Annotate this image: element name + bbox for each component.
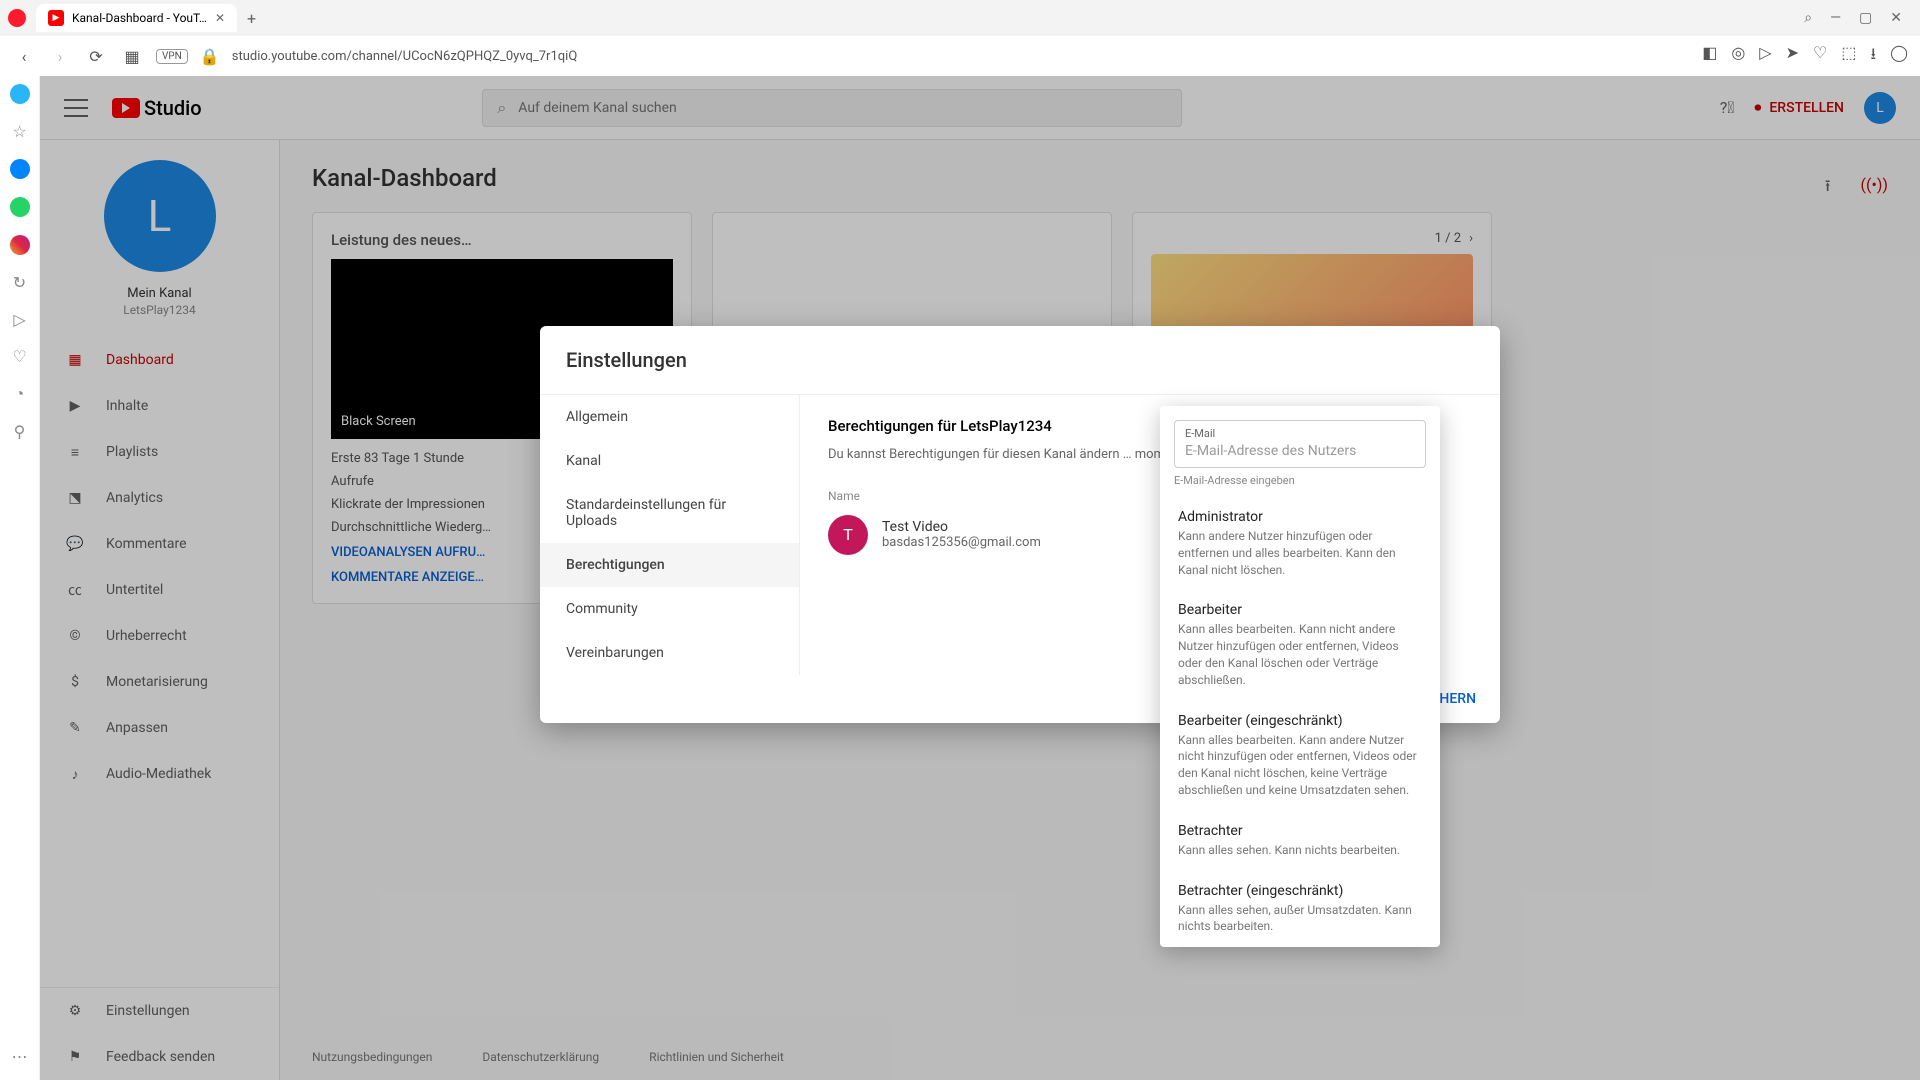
search-browser-icon[interactable]: ⌕ [1804, 10, 1812, 26]
sidebar-toggle-icon[interactable]: ◧ [1702, 43, 1717, 70]
email-input[interactable] [1185, 443, 1415, 459]
role-desc: Kann alles sehen. Kann nichts bearbeiten… [1178, 842, 1422, 859]
bookmark-star-icon[interactable]: ☆ [12, 122, 26, 141]
browser-tab[interactable]: ▶ Kanal-Dashboard - YouT… ✕ [36, 4, 237, 32]
role-option-editor-limited[interactable]: Bearbeiter (eingeschränkt) Kann alles be… [1160, 701, 1440, 811]
tab-bar: ▶ Kanal-Dashboard - YouT… ✕ + ⌕ — ▢ ✕ [0, 0, 1920, 36]
settings-nav-community[interactable]: Community [540, 587, 799, 631]
role-option-viewer-limited[interactable]: Betrachter (eingeschränkt) Kann alles se… [1160, 871, 1440, 948]
url-text: studio.youtube.com/channel/UCocN6zQPHQZ_… [232, 49, 578, 64]
whatsapp-icon[interactable] [10, 197, 30, 217]
instagram-icon[interactable] [10, 235, 30, 255]
role-desc: Kann alles sehen, außer Umsatzdaten. Kan… [1178, 902, 1422, 936]
role-option-administrator[interactable]: Administrator Kann andere Nutzer hinzufü… [1160, 497, 1440, 590]
minimize-icon[interactable]: — [1830, 10, 1841, 26]
forward-button[interactable]: › [48, 47, 72, 66]
settings-nav-uploads[interactable]: Standardeinstellungen für Uploads [540, 483, 799, 543]
role-desc: Kann alles bearbeiten. Kann andere Nutze… [1178, 732, 1422, 799]
tab-title: Kanal-Dashboard - YouT… [72, 11, 207, 25]
clock-icon[interactable]: ◔ [15, 384, 25, 404]
back-button[interactable]: ‹ [12, 47, 36, 66]
url-field[interactable]: studio.youtube.com/channel/UCocN6zQPHQZ_… [232, 49, 1690, 64]
pin-icon[interactable]: ⚲ [14, 422, 26, 441]
send-icon[interactable]: ➤ [1786, 43, 1799, 70]
history-icon[interactable]: ↻ [13, 273, 26, 292]
settings-nav: Allgemein Kanal Standardeinstellungen fü… [540, 395, 800, 675]
browser-chrome: ▶ Kanal-Dashboard - YouT… ✕ + ⌕ — ▢ ✕ ‹ … [0, 0, 1920, 77]
settings-nav-channel[interactable]: Kanal [540, 439, 799, 483]
email-helper: E-Mail-Adresse eingeben [1160, 474, 1440, 497]
youtube-favicon: ▶ [48, 10, 64, 26]
settings-nav-permissions[interactable]: Berechtigungen [540, 543, 799, 587]
heart-icon[interactable]: ♡ [1813, 43, 1827, 70]
email-input-wrapper[interactable]: E-Mail [1174, 420, 1426, 468]
lock-icon: 🔒 [200, 47, 220, 66]
download-icon[interactable]: ⭳ [1870, 43, 1876, 70]
bookmark-icon[interactable]: ▷ [1759, 43, 1771, 70]
address-bar: ‹ › ⟳ ▦ VPN 🔒 studio.youtube.com/channel… [0, 36, 1920, 76]
heart-sidebar-icon[interactable]: ♡ [12, 347, 26, 366]
user-avatar: T [828, 515, 868, 555]
opera-icon [8, 9, 26, 27]
role-desc: Kann alles bearbeiten. Kann nicht andere… [1178, 621, 1422, 688]
close-tab-icon[interactable]: ✕ [215, 11, 225, 25]
snapshot-icon[interactable]: ◎ [1731, 43, 1745, 70]
play-icon[interactable]: ▷ [13, 310, 25, 329]
opera-workspace-icon[interactable] [10, 84, 30, 104]
role-option-viewer[interactable]: Betrachter Kann alles sehen. Kann nichts… [1160, 811, 1440, 871]
settings-nav-agreements[interactable]: Vereinbarungen [540, 631, 799, 675]
messenger-icon[interactable] [10, 159, 30, 179]
new-tab-button[interactable]: + [247, 9, 256, 28]
cube-icon[interactable]: ⬚ [1841, 43, 1856, 70]
role-option-editor[interactable]: Bearbeiter Kann alles bearbeiten. Kann n… [1160, 590, 1440, 700]
email-label: E-Mail [1185, 427, 1415, 440]
role-desc: Kann andere Nutzer hinzufügen oder entfe… [1178, 528, 1422, 578]
role-title: Bearbeiter [1178, 602, 1422, 618]
more-icon[interactable]: ⋯ [12, 1047, 28, 1066]
role-title: Bearbeiter (eingeschränkt) [1178, 713, 1422, 729]
maximize-icon[interactable]: ▢ [1859, 10, 1872, 26]
role-title: Administrator [1178, 509, 1422, 525]
role-title: Betrachter [1178, 823, 1422, 839]
invite-popover: E-Mail E-Mail-Adresse eingeben Administr… [1160, 406, 1440, 947]
profile-icon[interactable]: ◯ [1890, 43, 1908, 70]
vpn-badge[interactable]: VPN [156, 49, 188, 64]
speed-dial-icon[interactable]: ▦ [120, 47, 144, 66]
reload-button[interactable]: ⟳ [84, 47, 108, 66]
role-list: Administrator Kann andere Nutzer hinzufü… [1160, 497, 1440, 947]
settings-nav-general[interactable]: Allgemein [540, 395, 799, 439]
app: Studio ⌕ ?⃝ ⏺ ERSTELLEN L L Mein Kanal L… [40, 76, 1920, 1080]
opera-sidebar: ☆ ↻ ▷ ♡ ◔ ⚲ ⋯ [0, 76, 40, 1080]
user-email: basdas125356@gmail.com [882, 535, 1041, 550]
modal-title: Einstellungen [540, 326, 1500, 394]
close-window-icon[interactable]: ✕ [1890, 10, 1902, 26]
user-name: Test Video [882, 519, 1041, 535]
role-title: Betrachter (eingeschränkt) [1178, 883, 1422, 899]
